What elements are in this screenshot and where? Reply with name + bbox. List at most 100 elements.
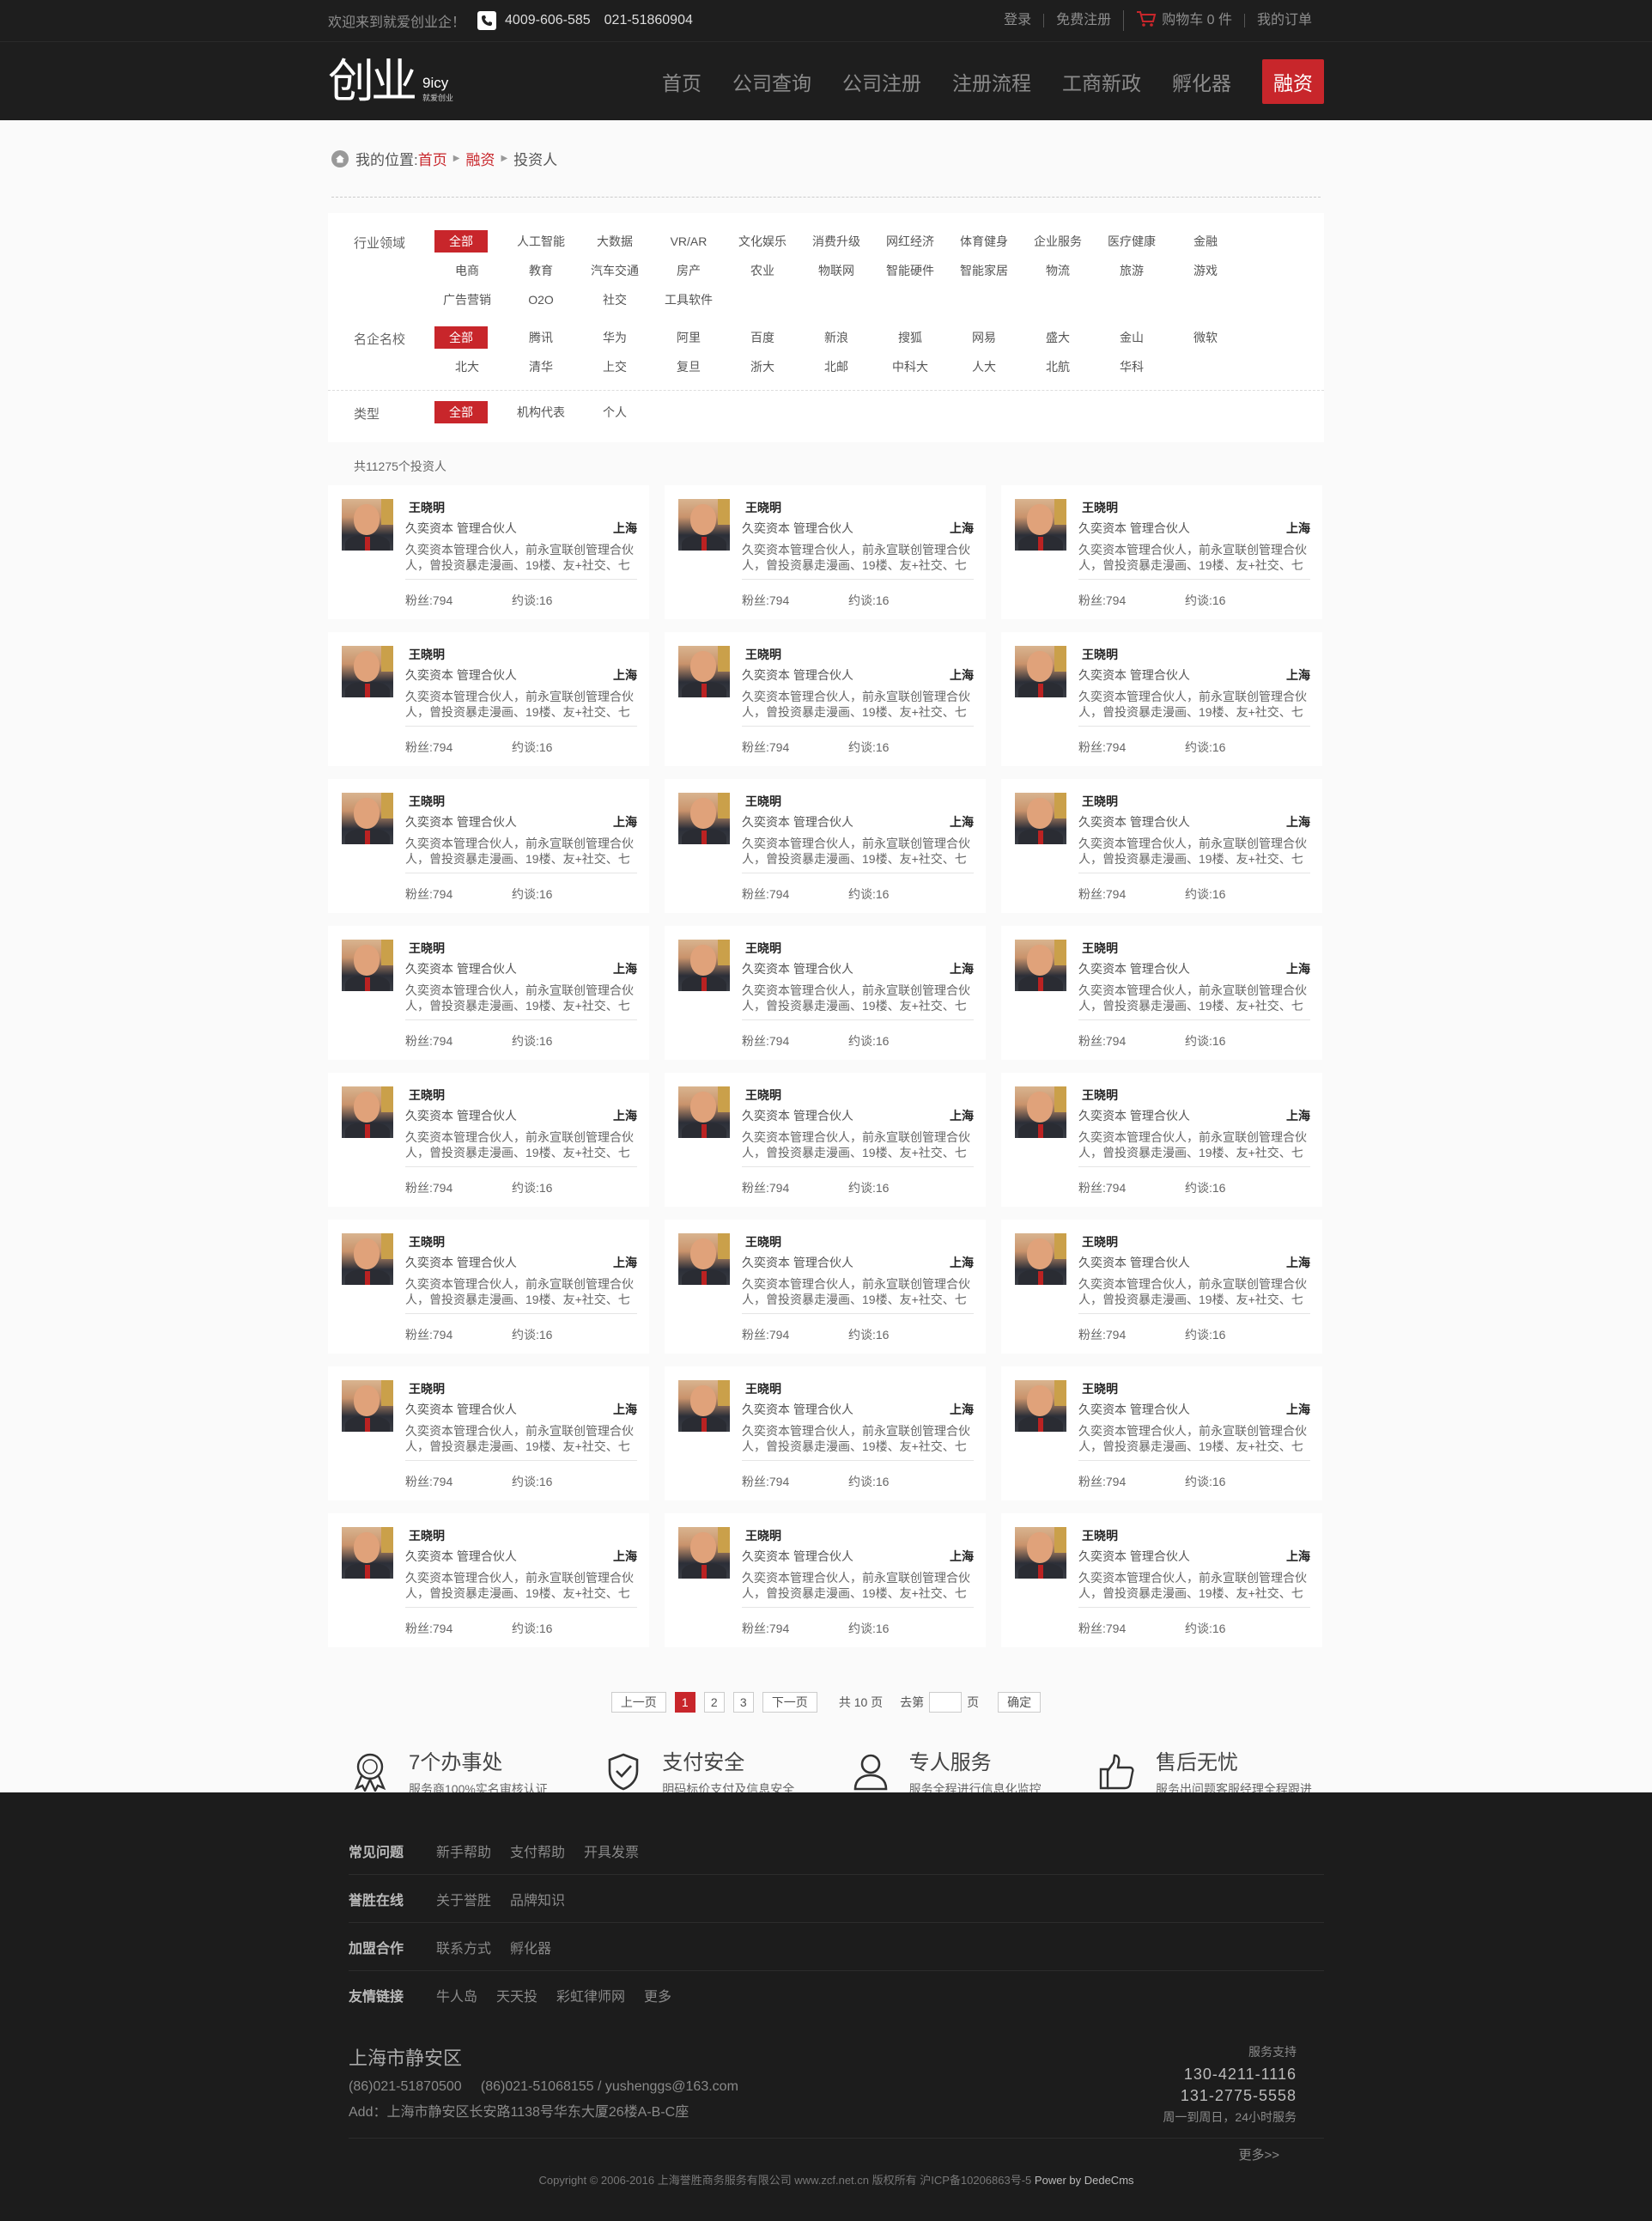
footer-more-link[interactable]: 更多>> <box>1238 2145 1279 2163</box>
school-option[interactable]: 阿里 <box>656 326 721 352</box>
investor-name[interactable]: 王晓明 <box>745 646 974 663</box>
type-option[interactable]: 机构代表 <box>508 401 574 427</box>
nav-register-process[interactable]: 注册流程 <box>952 67 1031 96</box>
investor-card[interactable]: 王晓明 久奕资本 管理合伙人 上海 久奕资本管理合伙人，前永宣联创管理合伙人，曾投资暴… <box>328 779 649 913</box>
investor-name[interactable]: 王晓明 <box>1082 646 1310 663</box>
industry-option[interactable]: 工具软件 <box>656 289 721 314</box>
footer-link[interactable]: 联系方式 <box>436 1937 491 1957</box>
investor-card[interactable]: 王晓明 久奕资本 管理合伙人 上海 久奕资本管理合伙人，前永宣联创管理合伙人，曾投资暴… <box>1001 779 1322 913</box>
nav-financing[interactable]: 融资 <box>1262 59 1324 104</box>
industry-option[interactable]: 网红经济 <box>878 230 943 256</box>
investor-name[interactable]: 王晓明 <box>1082 793 1310 810</box>
school-option[interactable]: 盛大 <box>1025 326 1090 352</box>
investor-card[interactable]: 王晓明 久奕资本 管理合伙人 上海 久奕资本管理合伙人，前永宣联创管理合伙人，曾投资暴… <box>665 779 986 913</box>
investor-avatar[interactable] <box>1015 1527 1066 1579</box>
school-option[interactable]: 北大 <box>434 356 500 381</box>
school-option[interactable]: 清华 <box>508 356 574 381</box>
industry-option[interactable]: 旅游 <box>1099 259 1164 285</box>
industry-option[interactable]: 消费升级 <box>804 230 869 256</box>
page-2-button[interactable]: 2 <box>703 1692 725 1713</box>
investor-card[interactable]: 王晓明 久奕资本 管理合伙人 上海 久奕资本管理合伙人，前永宣联创管理合伙人，曾投资暴… <box>1001 1073 1322 1207</box>
school-option[interactable]: 百度 <box>730 326 795 352</box>
investor-avatar[interactable] <box>342 940 393 991</box>
login-link[interactable]: 登录 <box>992 14 1043 27</box>
investor-card[interactable]: 王晓明 久奕资本 管理合伙人 上海 久奕资本管理合伙人，前永宣联创管理合伙人，曾投资暴… <box>1001 926 1322 1060</box>
nav-company-register[interactable]: 公司注册 <box>842 67 921 96</box>
footer-link[interactable]: 开具发票 <box>584 1841 639 1861</box>
investor-avatar[interactable] <box>1015 499 1066 551</box>
industry-option[interactable]: 全部 <box>434 230 488 253</box>
investor-card[interactable]: 王晓明 久奕资本 管理合伙人 上海 久奕资本管理合伙人，前永宣联创管理合伙人，曾投资暴… <box>1001 1366 1322 1500</box>
register-link[interactable]: 免费注册 <box>1043 14 1123 27</box>
industry-option[interactable]: 社交 <box>582 289 647 314</box>
investor-avatar[interactable] <box>678 499 730 551</box>
industry-option[interactable]: 农业 <box>730 259 795 285</box>
investor-name[interactable]: 王晓明 <box>1082 499 1310 516</box>
footer-link[interactable]: 彩虹律师网 <box>556 1985 625 2005</box>
page-3-button[interactable]: 3 <box>732 1692 754 1713</box>
nav-incubator[interactable]: 孵化器 <box>1172 67 1231 96</box>
investor-name[interactable]: 王晓明 <box>1082 1086 1310 1104</box>
industry-option[interactable]: 游戏 <box>1173 259 1238 285</box>
investor-name[interactable]: 王晓明 <box>409 499 637 516</box>
school-option[interactable]: 浙大 <box>730 356 795 381</box>
school-option[interactable]: 全部 <box>434 326 488 349</box>
industry-option[interactable]: 人工智能 <box>508 230 574 256</box>
investor-name[interactable]: 王晓明 <box>1082 1527 1310 1544</box>
next-page-button[interactable]: 下一页 <box>762 1692 817 1713</box>
investor-name[interactable]: 王晓明 <box>409 793 637 810</box>
industry-option[interactable]: 金融 <box>1173 230 1238 256</box>
investor-avatar[interactable] <box>1015 940 1066 991</box>
investor-avatar[interactable] <box>342 793 393 844</box>
school-option[interactable]: 网易 <box>951 326 1017 352</box>
investor-avatar[interactable] <box>1015 646 1066 697</box>
investor-avatar[interactable] <box>678 940 730 991</box>
investor-card[interactable]: 王晓明 久奕资本 管理合伙人 上海 久奕资本管理合伙人，前永宣联创管理合伙人，曾投资暴… <box>328 485 649 619</box>
investor-card[interactable]: 王晓明 久奕资本 管理合伙人 上海 久奕资本管理合伙人，前永宣联创管理合伙人，曾投资暴… <box>328 926 649 1060</box>
footer-link[interactable]: 孵化器 <box>510 1937 551 1957</box>
investor-avatar[interactable] <box>678 1233 730 1285</box>
investor-name[interactable]: 王晓明 <box>745 1527 974 1544</box>
school-option[interactable]: 微软 <box>1173 326 1238 352</box>
investor-name[interactable]: 王晓明 <box>745 940 974 957</box>
industry-option[interactable]: 文化娱乐 <box>730 230 795 256</box>
investor-name[interactable]: 王晓明 <box>409 646 637 663</box>
footer-link[interactable]: 品牌知识 <box>510 1889 565 1909</box>
breadcrumb-section[interactable]: 融资 <box>465 148 495 169</box>
investor-name[interactable]: 王晓明 <box>1082 1380 1310 1397</box>
footer-link[interactable]: 牛人岛 <box>436 1985 477 2005</box>
investor-card[interactable]: 王晓明 久奕资本 管理合伙人 上海 久奕资本管理合伙人，前永宣联创管理合伙人，曾投资暴… <box>328 1073 649 1207</box>
investor-avatar[interactable] <box>342 499 393 551</box>
nav-new-policy[interactable]: 工商新政 <box>1062 67 1141 96</box>
prev-page-button[interactable]: 上一页 <box>610 1692 666 1713</box>
investor-avatar[interactable] <box>678 1380 730 1432</box>
industry-option[interactable]: 企业服务 <box>1025 230 1090 256</box>
industry-option[interactable]: 汽车交通 <box>582 259 647 285</box>
footer-link[interactable]: 更多 <box>644 1985 671 2005</box>
investor-avatar[interactable] <box>342 646 393 697</box>
school-option[interactable]: 华为 <box>582 326 647 352</box>
industry-option[interactable]: VR/AR <box>656 230 721 256</box>
investor-card[interactable]: 王晓明 久奕资本 管理合伙人 上海 久奕资本管理合伙人，前永宣联创管理合伙人，曾投资暴… <box>1001 485 1322 619</box>
school-option[interactable]: 复旦 <box>656 356 721 381</box>
industry-option[interactable]: 物流 <box>1025 259 1090 285</box>
investor-avatar[interactable] <box>678 646 730 697</box>
industry-option[interactable]: 医疗健康 <box>1099 230 1164 256</box>
breadcrumb-home[interactable]: 首页 <box>418 148 447 169</box>
investor-avatar[interactable] <box>678 1086 730 1138</box>
industry-option[interactable]: 智能家居 <box>951 259 1017 285</box>
investor-card[interactable]: 王晓明 久奕资本 管理合伙人 上海 久奕资本管理合伙人，前永宣联创管理合伙人，曾投资暴… <box>1001 1513 1322 1647</box>
investor-card[interactable]: 王晓明 久奕资本 管理合伙人 上海 久奕资本管理合伙人，前永宣联创管理合伙人，曾投资暴… <box>328 632 649 766</box>
investor-avatar[interactable] <box>1015 1380 1066 1432</box>
investor-name[interactable]: 王晓明 <box>745 1380 974 1397</box>
page-1-button[interactable]: 1 <box>674 1692 695 1713</box>
investor-name[interactable]: 王晓明 <box>409 1527 637 1544</box>
investor-avatar[interactable] <box>1015 1086 1066 1138</box>
footer-link[interactable]: 天天投 <box>496 1985 538 2005</box>
type-option[interactable]: 个人 <box>582 401 647 427</box>
school-option[interactable]: 华科 <box>1099 356 1164 381</box>
school-option[interactable]: 中科大 <box>878 356 943 381</box>
investor-name[interactable]: 王晓明 <box>745 1086 974 1104</box>
investor-name[interactable]: 王晓明 <box>745 793 974 810</box>
school-option[interactable]: 人大 <box>951 356 1017 381</box>
